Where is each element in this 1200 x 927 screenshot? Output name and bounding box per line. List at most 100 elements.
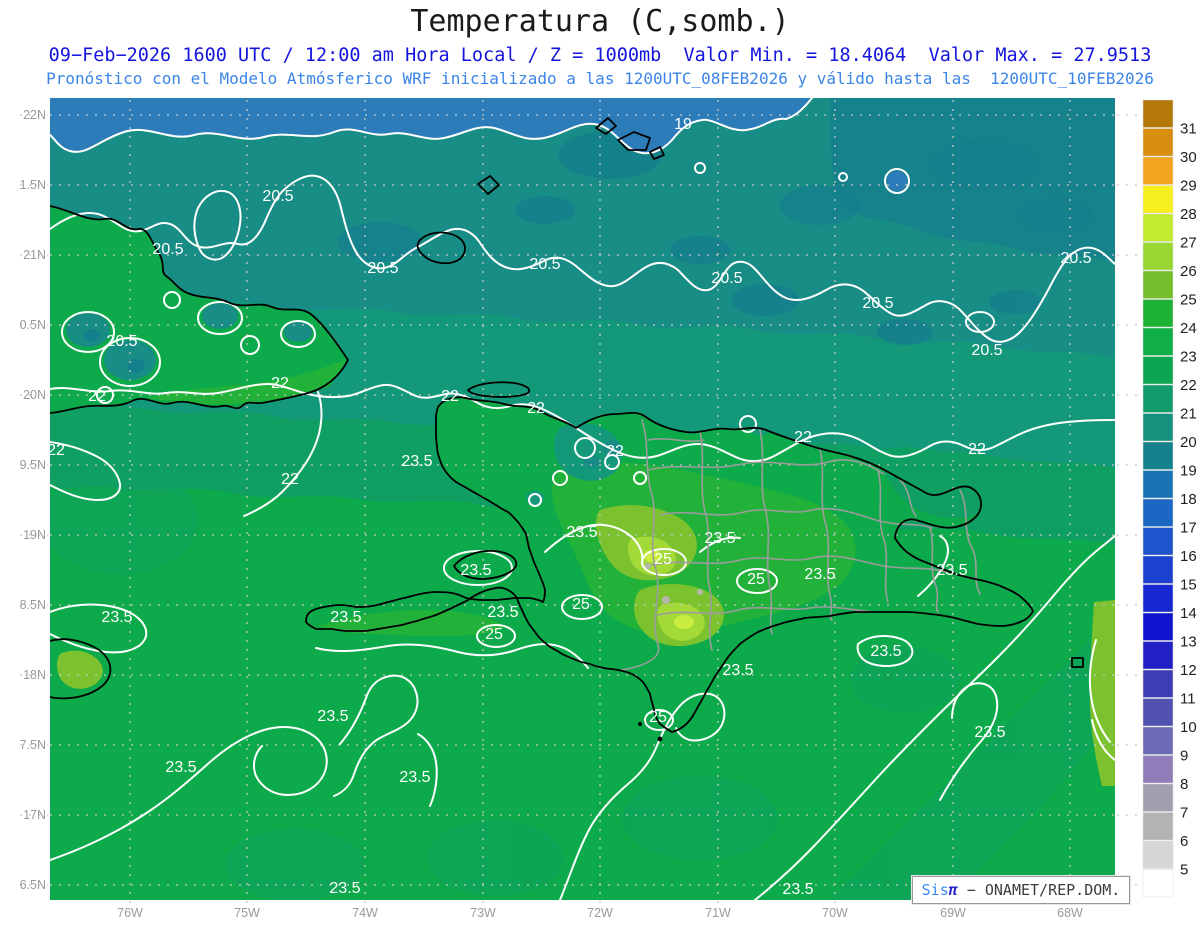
svg-text:22: 22 xyxy=(794,429,812,446)
svg-text:22: 22 xyxy=(606,443,624,460)
svg-text:19: 19 xyxy=(1180,463,1197,480)
svg-text:29: 29 xyxy=(1180,178,1197,195)
svg-text:27: 27 xyxy=(1180,235,1197,252)
svg-text:76W: 76W xyxy=(117,906,143,920)
svg-text:23.5: 23.5 xyxy=(704,530,735,547)
svg-text:25: 25 xyxy=(1180,292,1197,309)
svg-text:23.5: 23.5 xyxy=(317,708,348,725)
weather-map-canvas: 22N 1.5N 21N 0.5N 20N 9.5N 19N 8.5N 18N 7.5N 17N 6.… xyxy=(20,98,1197,920)
svg-text:25: 25 xyxy=(485,626,503,643)
svg-text:23.5: 23.5 xyxy=(399,769,430,786)
svg-text:25: 25 xyxy=(747,571,765,588)
svg-text:22: 22 xyxy=(968,441,986,458)
svg-text:25: 25 xyxy=(572,596,590,613)
svg-text:25: 25 xyxy=(654,551,672,568)
svg-text:23.5: 23.5 xyxy=(804,566,835,583)
latitude-axis-labels: 22N 1.5N 21N 0.5N 20N 9.5N 19N 8.5N 18N 7.5N 17N 6.… xyxy=(20,108,46,892)
svg-text:18N: 18N xyxy=(23,668,46,682)
svg-text:22: 22 xyxy=(88,388,106,405)
svg-text:23.5: 23.5 xyxy=(101,609,132,626)
svg-text:18: 18 xyxy=(1180,491,1197,508)
svg-text:15: 15 xyxy=(1180,577,1197,594)
svg-text:23.5: 23.5 xyxy=(936,562,967,579)
svg-text:8: 8 xyxy=(1180,776,1188,793)
svg-text:16: 16 xyxy=(1180,548,1197,565)
svg-text:20.5: 20.5 xyxy=(1060,250,1091,267)
svg-text:22: 22 xyxy=(47,442,65,459)
svg-text:9: 9 xyxy=(1180,748,1188,765)
svg-text:74W: 74W xyxy=(352,906,378,920)
svg-text:8.5N: 8.5N xyxy=(20,598,46,612)
svg-text:7.5N: 7.5N xyxy=(20,738,46,752)
svg-text:22N: 22N xyxy=(23,108,46,122)
svg-text:75W: 75W xyxy=(234,906,260,920)
svg-text:19N: 19N xyxy=(23,528,46,542)
svg-text:17: 17 xyxy=(1180,520,1197,537)
svg-text:71W: 71W xyxy=(705,906,731,920)
svg-text:20.5: 20.5 xyxy=(529,256,560,273)
svg-text:21: 21 xyxy=(1180,406,1197,423)
svg-text:23.5: 23.5 xyxy=(974,724,1005,741)
svg-text:31: 31 xyxy=(1180,121,1197,138)
svg-text:1.5N: 1.5N xyxy=(20,178,46,192)
svg-text:23: 23 xyxy=(1180,349,1197,366)
map-plot-area xyxy=(50,98,1115,900)
svg-text:20.5: 20.5 xyxy=(152,241,183,258)
svg-text:21N: 21N xyxy=(23,248,46,262)
svg-text:20.5: 20.5 xyxy=(262,188,293,205)
svg-text:20.5: 20.5 xyxy=(862,295,893,312)
svg-text:20.5: 20.5 xyxy=(971,342,1002,359)
svg-text:0.5N: 0.5N xyxy=(20,318,46,332)
svg-text:23.5: 23.5 xyxy=(722,662,753,679)
svg-text:24: 24 xyxy=(1180,320,1197,337)
temperature-colorbar: 31 30 29 28 27 26 25 24 23 22 21 20 19 18 17 16 15 14 13 12… xyxy=(1142,99,1197,898)
svg-text:28: 28 xyxy=(1180,206,1197,223)
svg-text:12: 12 xyxy=(1180,662,1197,679)
producer-org: − ONAMET/REP.DOM. xyxy=(957,881,1121,899)
svg-text:30: 30 xyxy=(1180,149,1197,166)
island-alto-velo xyxy=(657,736,663,742)
svg-text:72W: 72W xyxy=(587,906,613,920)
svg-text:13: 13 xyxy=(1180,634,1197,651)
svg-text:22: 22 xyxy=(441,388,459,405)
svg-text:22: 22 xyxy=(1180,377,1197,394)
svg-text:20: 20 xyxy=(1180,434,1197,451)
brand-pi-symbol: π xyxy=(948,881,958,899)
svg-text:23.5: 23.5 xyxy=(165,759,196,776)
svg-text:23.5: 23.5 xyxy=(401,453,432,470)
svg-text:20N: 20N xyxy=(23,388,46,402)
svg-text:22: 22 xyxy=(271,375,289,392)
svg-text:23.5: 23.5 xyxy=(330,609,361,626)
svg-text:23.5: 23.5 xyxy=(487,604,518,621)
brand-sis: Sis xyxy=(921,881,949,899)
svg-text:70W: 70W xyxy=(822,906,848,920)
svg-text:9.5N: 9.5N xyxy=(20,458,46,472)
svg-text:26: 26 xyxy=(1180,263,1197,280)
svg-text:19: 19 xyxy=(674,116,692,133)
weather-map-page: Temperatura (C,somb.) 09−Feb−2026 1600 U… xyxy=(0,0,1200,927)
svg-text:68W: 68W xyxy=(1057,906,1083,920)
svg-text:20.5: 20.5 xyxy=(711,270,742,287)
longitude-axis-labels: 76W 75W 74W 73W 72W 71W 70W 69W 68W xyxy=(117,906,1083,920)
svg-text:22: 22 xyxy=(281,471,299,488)
svg-text:20.5: 20.5 xyxy=(106,333,137,350)
svg-text:6.5N: 6.5N xyxy=(20,878,46,892)
svg-text:23.5: 23.5 xyxy=(566,524,597,541)
svg-text:73W: 73W xyxy=(470,906,496,920)
island-beata xyxy=(638,722,642,726)
svg-text:23.5: 23.5 xyxy=(870,643,901,660)
svg-text:10: 10 xyxy=(1180,719,1197,736)
producer-badge: Sis π − ONAMET/REP.DOM. xyxy=(912,876,1130,904)
svg-text:23.5: 23.5 xyxy=(329,880,360,897)
svg-text:69W: 69W xyxy=(940,906,966,920)
svg-text:17N: 17N xyxy=(23,808,46,822)
svg-text:20.5: 20.5 xyxy=(367,260,398,277)
svg-text:7: 7 xyxy=(1180,805,1188,822)
svg-text:5: 5 xyxy=(1180,862,1188,879)
svg-text:23.5: 23.5 xyxy=(782,881,813,898)
svg-text:22: 22 xyxy=(527,400,545,417)
svg-text:6: 6 xyxy=(1180,833,1188,850)
svg-text:23.5: 23.5 xyxy=(460,562,491,579)
svg-text:11: 11 xyxy=(1180,691,1196,708)
svg-text:14: 14 xyxy=(1180,605,1197,622)
